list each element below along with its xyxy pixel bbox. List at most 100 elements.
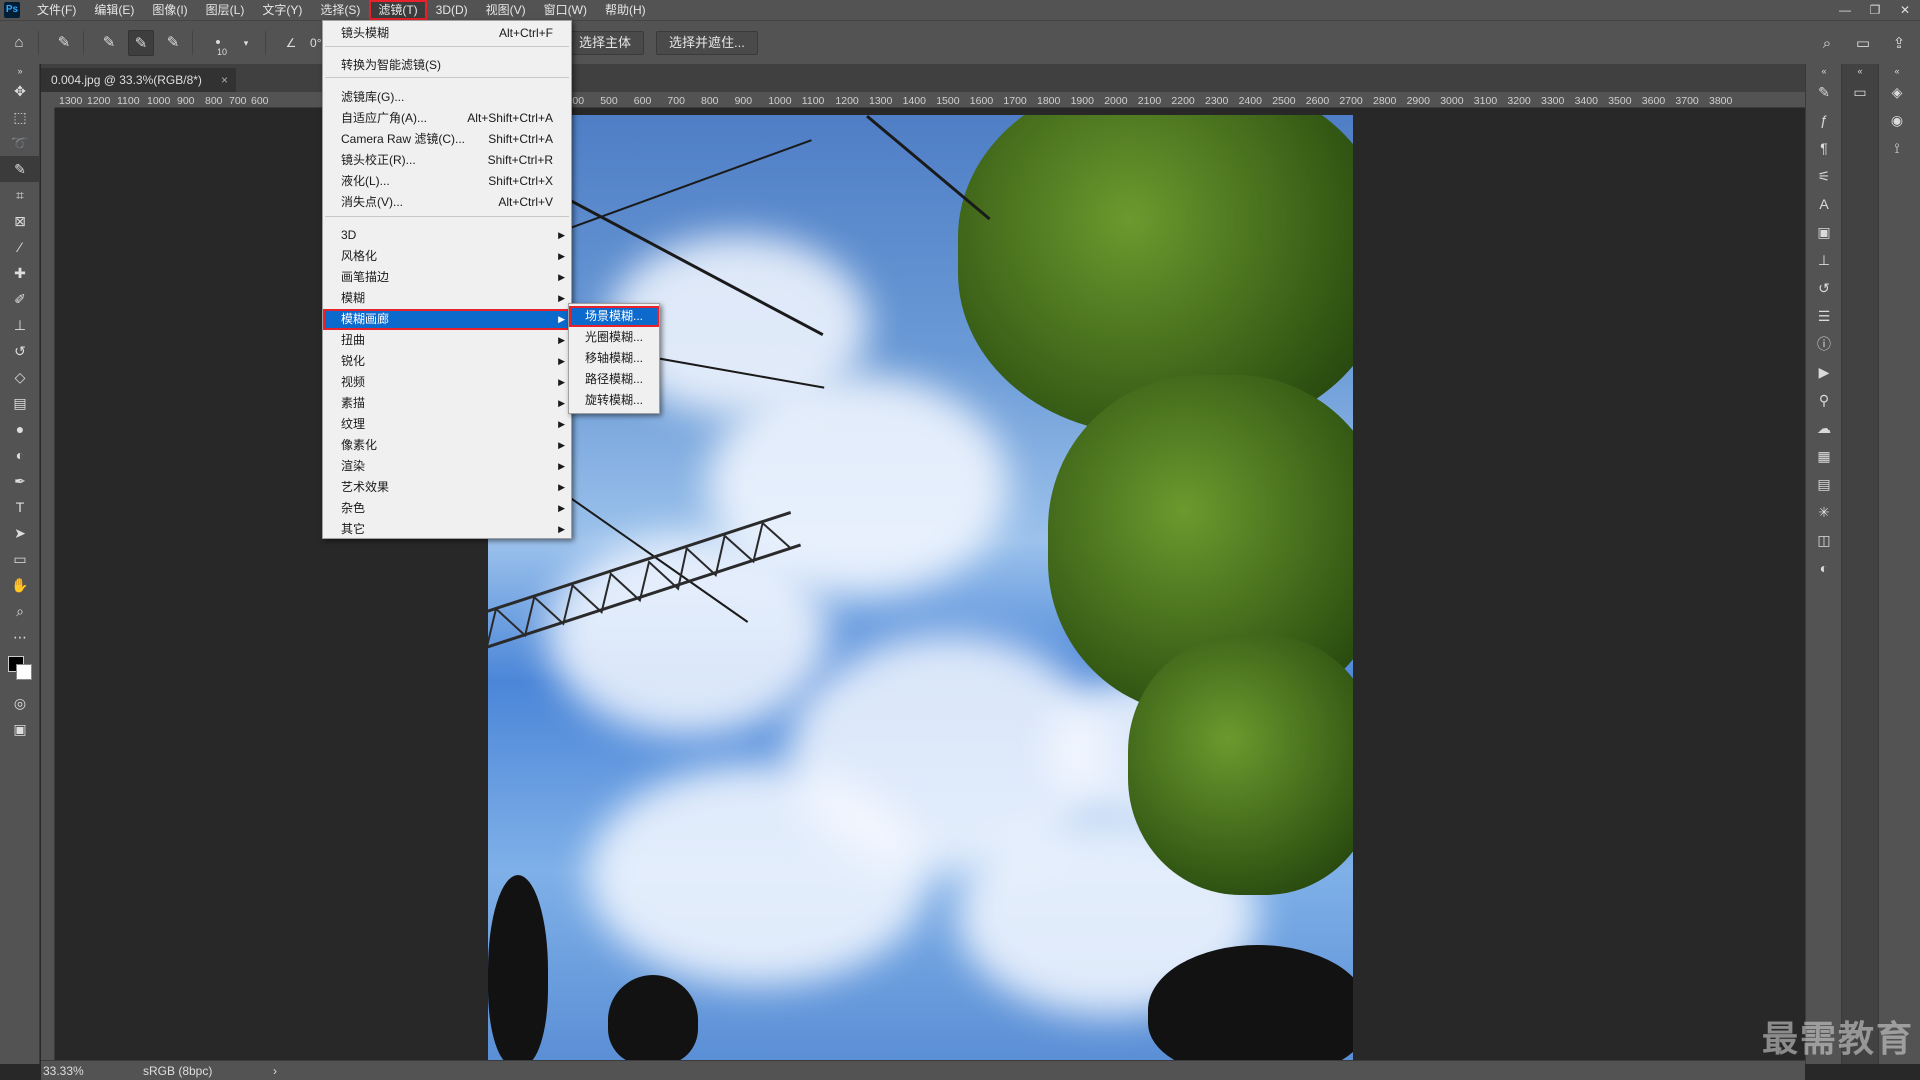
document-tab[interactable]: 0.004.jpg @ 33.3%(RGB/8*) ×	[41, 68, 236, 92]
channels-icon[interactable]: ◉	[1879, 106, 1915, 134]
crop-tool-icon[interactable]: ⌗	[0, 182, 40, 208]
filter-menu-item[interactable]: 风格化 ▶	[323, 246, 571, 267]
hand-tool-icon[interactable]: ✋	[0, 572, 40, 598]
filter-menu-item[interactable]: 纹理 ▶	[323, 414, 571, 435]
filter-menu-item[interactable]: 消失点(V)... Alt+Ctrl+V	[323, 192, 571, 213]
filter-menu-item[interactable]: 扭曲 ▶	[323, 330, 571, 351]
background-color-swatch[interactable]	[16, 664, 32, 680]
filter-menu-item[interactable]: 镜头模糊 Alt+Ctrl+F	[323, 23, 571, 44]
blur-gallery-item[interactable]: 旋转模糊...	[569, 390, 659, 411]
add-to-selection-icon[interactable]: ✎	[128, 29, 154, 56]
filter-menu-item[interactable]: 模糊画廊 ▶	[323, 309, 571, 330]
close-icon[interactable]: ×	[221, 68, 228, 92]
properties-icon[interactable]: ☰	[1806, 302, 1842, 330]
canvas-area[interactable]	[55, 108, 1805, 1060]
info-icon[interactable]: ⓘ	[1806, 330, 1842, 358]
document-image[interactable]	[488, 115, 1353, 1060]
minimize-icon[interactable]: —	[1830, 0, 1860, 20]
filter-menu-item[interactable]: Camera Raw 滤镜(C)... Shift+Ctrl+A	[323, 129, 571, 150]
filter-menu-item[interactable]: 3D ▶	[323, 225, 571, 246]
collapse-icon[interactable]: «	[1806, 64, 1842, 78]
filter-menu-item[interactable]: 镜头校正(R)... Shift+Ctrl+R	[323, 150, 571, 171]
navigator-icon[interactable]: ✳	[1806, 498, 1842, 526]
zoom-tool-icon[interactable]: ⌕	[0, 598, 40, 624]
rectangle-tool-icon[interactable]: ▭	[0, 546, 40, 572]
move-tool-icon[interactable]: ✥	[0, 78, 40, 104]
timeline-icon[interactable]: ▦	[1806, 442, 1842, 470]
pen-tool-icon[interactable]: ✒	[0, 468, 40, 494]
swatches-icon[interactable]: ▭	[1842, 78, 1878, 106]
brush-tool-icon[interactable]: ✐	[0, 286, 40, 312]
filter-menu-item[interactable]: 液化(L)... Shift+Ctrl+X	[323, 171, 571, 192]
select-and-mask-button[interactable]: 选择并遮住...	[656, 31, 758, 55]
menu-help[interactable]: 帮助(H)	[596, 0, 655, 20]
menu-image[interactable]: 图像(I)	[143, 0, 196, 20]
stamp-tool-icon[interactable]: ⊥	[0, 312, 40, 338]
blur-gallery-item[interactable]: 路径模糊...	[569, 369, 659, 390]
menu-select[interactable]: 选择(S)	[311, 0, 369, 20]
dodge-tool-icon[interactable]: ◐	[0, 442, 40, 468]
new-selection-icon[interactable]: ✎	[96, 30, 122, 56]
paths-icon[interactable]: ⚲	[1806, 386, 1842, 414]
menu-file[interactable]: 文件(F)	[28, 0, 85, 20]
paths-panel-icon[interactable]: ⟟	[1879, 134, 1915, 162]
close-window-icon[interactable]: ✕	[1890, 0, 1920, 20]
more-tools-icon[interactable]: ⋯	[0, 624, 40, 650]
home-icon[interactable]: ⌂	[6, 30, 32, 56]
paragraph-icon[interactable]: ¶	[1806, 134, 1842, 162]
styles-icon[interactable]: ƒ	[1806, 106, 1842, 134]
collapse-icon[interactable]: »	[0, 64, 40, 78]
color-swatches[interactable]	[0, 650, 40, 690]
menu-window[interactable]: 窗口(W)	[535, 0, 596, 20]
chevron-right-icon[interactable]: ›	[273, 1064, 277, 1078]
notes-icon[interactable]: ▤	[1806, 470, 1842, 498]
filter-menu-item[interactable]: 锐化 ▶	[323, 351, 571, 372]
filter-menu-item[interactable]: 杂色 ▶	[323, 498, 571, 519]
adjustments-icon[interactable]: ⚟	[1806, 162, 1842, 190]
menu-edit[interactable]: 编辑(E)	[85, 0, 143, 20]
menu-filter[interactable]: 滤镜(T)	[369, 0, 427, 20]
menu-type[interactable]: 文字(Y)	[253, 0, 311, 20]
filter-menu-item[interactable]: 艺术效果 ▶	[323, 477, 571, 498]
layers-icon[interactable]: ◈	[1879, 78, 1915, 106]
layer-comps-icon[interactable]: ◫	[1806, 526, 1842, 554]
quick-selection-preset-icon[interactable]: ✎	[51, 30, 77, 56]
history-brush-tool-icon[interactable]: ↺	[0, 338, 40, 364]
subtract-selection-icon[interactable]: ✎	[160, 30, 186, 56]
clone-source-icon[interactable]: ⊥	[1806, 246, 1842, 274]
filter-menu-item[interactable]: 像素化 ▶	[323, 435, 571, 456]
menu-view[interactable]: 视图(V)	[477, 0, 535, 20]
filter-menu-item[interactable]: 素描 ▶	[323, 393, 571, 414]
blur-gallery-item[interactable]: 场景模糊...	[569, 306, 659, 327]
workspace-icon[interactable]: ▭	[1850, 31, 1876, 57]
quick-selection-tool-icon[interactable]: ✎	[0, 156, 40, 182]
menu-layer[interactable]: 图层(L)	[197, 0, 254, 20]
screen-mode-icon[interactable]: ▣	[0, 716, 40, 742]
menu-3d[interactable]: 3D(D)	[427, 0, 477, 20]
character-icon[interactable]: A	[1806, 190, 1842, 218]
quick-mask-icon[interactable]: ◎	[0, 690, 40, 716]
color-icon[interactable]: ◐	[1806, 554, 1842, 582]
zoom-level[interactable]: 33.33%	[43, 1064, 103, 1078]
filter-menu-item[interactable]: 其它 ▶	[323, 519, 571, 540]
filter-menu-item[interactable]: 滤镜库(G)...	[323, 87, 571, 108]
healing-brush-tool-icon[interactable]: ✚	[0, 260, 40, 286]
3d-icon[interactable]: ☁	[1806, 414, 1842, 442]
gradient-tool-icon[interactable]: ▤	[0, 390, 40, 416]
restore-icon[interactable]: ❐	[1860, 0, 1890, 20]
glyphs-icon[interactable]: ▣	[1806, 218, 1842, 246]
collapse-icon[interactable]: «	[1842, 64, 1878, 78]
history-icon[interactable]: ↺	[1806, 274, 1842, 302]
blur-gallery-item[interactable]: 移轴模糊...	[569, 348, 659, 369]
filter-menu-item[interactable]: 模糊 ▶	[323, 288, 571, 309]
filter-menu-item[interactable]: 画笔描边 ▶	[323, 267, 571, 288]
brush-settings-icon[interactable]: ✎	[1806, 78, 1842, 106]
select-subject-button[interactable]: 选择主体	[566, 31, 645, 55]
angle-value[interactable]: 0°	[310, 36, 321, 50]
actions-icon[interactable]: ▶	[1806, 358, 1842, 386]
blur-tool-icon[interactable]: ●	[0, 416, 40, 442]
filter-menu-item[interactable]: 视频 ▶	[323, 372, 571, 393]
type-tool-icon[interactable]: T	[0, 494, 40, 520]
eyedropper-tool-icon[interactable]: ⁄	[0, 234, 40, 260]
chevron-down-icon[interactable]: ▾	[233, 30, 259, 56]
